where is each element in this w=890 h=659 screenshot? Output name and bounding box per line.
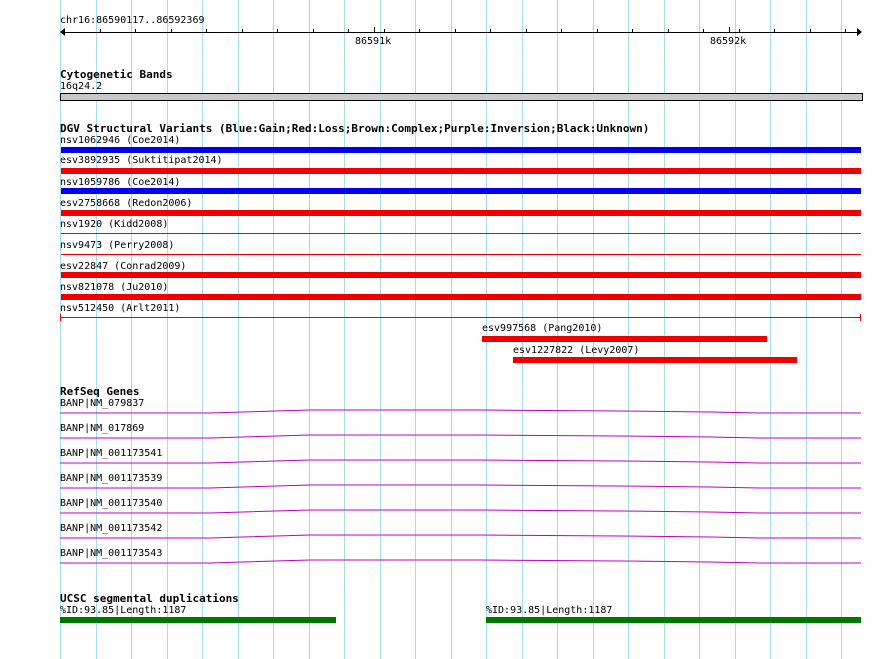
gene-models <box>60 409 861 564</box>
segdup-label: %ID:93.85|Length:1187 <box>486 605 613 616</box>
gene-model-line[interactable] <box>60 459 861 464</box>
gene-model-line[interactable] <box>60 559 861 564</box>
gene-model-line[interactable] <box>60 509 861 514</box>
gene-model-line[interactable] <box>60 409 861 414</box>
gene-model-line[interactable] <box>60 484 861 489</box>
gene-model-line[interactable] <box>60 534 861 539</box>
segdup-bar[interactable] <box>60 617 336 623</box>
segdup-track-title: UCSC segmental duplications <box>60 592 239 605</box>
segdup-bar[interactable] <box>486 617 861 623</box>
genome-browser-panel: chr16:86590117..86592369 86591k 86592k C… <box>0 0 890 659</box>
gene-model-line[interactable] <box>60 434 861 439</box>
segdup-label: %ID:93.85|Length:1187 <box>60 605 187 616</box>
